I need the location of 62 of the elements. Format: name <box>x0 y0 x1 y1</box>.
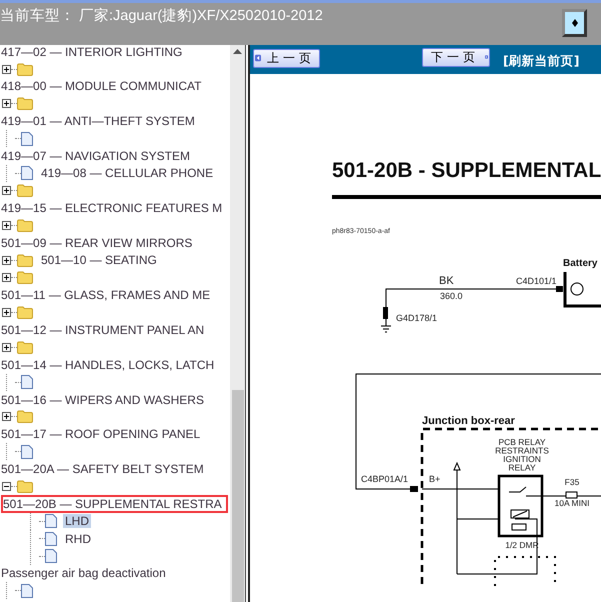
scrollbar[interactable] <box>230 45 245 602</box>
tree-item-label[interactable]: Passenger air bag deactivation <box>0 566 167 580</box>
relay-label: IGNITION <box>503 454 541 464</box>
expand-icon[interactable] <box>2 256 11 265</box>
ground-icon <box>380 307 392 332</box>
tree-item-label[interactable]: 419—08 — CELLULAR PHONE <box>39 166 216 180</box>
expand-icon[interactable] <box>2 64 11 74</box>
refresh-link[interactable]: [刷新当前页] <box>503 53 580 70</box>
fuse-icon <box>566 492 578 498</box>
tree-item-label[interactable]: 501—11 — GLASS, FRAMES AND ME <box>0 288 212 302</box>
tree-item-label[interactable]: 501—10 — SEATING <box>39 253 159 268</box>
connector-icon <box>410 486 418 492</box>
tree-item-label[interactable]: 419—01 — ANTI—THEFT SYSTEM <box>0 114 196 128</box>
previous-page-button[interactable]: 上一页 <box>253 48 320 68</box>
tree-item-label[interactable]: RHD <box>63 532 93 546</box>
scrollbar-thumb[interactable] <box>232 390 244 602</box>
expand-icon[interactable] <box>2 99 11 108</box>
tree-item-label[interactable]: LHD <box>63 514 92 528</box>
document-heading: 501-20B - SUPPLEMENTAL <box>332 159 601 183</box>
tree-item-label[interactable]: 418—00 — MODULE COMMUNICAT <box>0 79 202 94</box>
relay-label: RELAY <box>508 462 536 472</box>
tree-item-label[interactable]: 501—17 — ROOF OPENING PANEL <box>0 427 202 442</box>
tree-item-label[interactable]: 501—20A — SAFETY BELT SYSTEM <box>0 462 205 476</box>
next-page-button[interactable]: 下一页 <box>422 48 490 66</box>
wire-color-label: BK <box>439 275 454 287</box>
b-plus-label: B+ <box>429 474 440 484</box>
battery-box <box>564 272 601 308</box>
tree-item-label[interactable]: 501—16 — WIPERS AND WASHERS <box>0 392 205 406</box>
expand-icon[interactable] <box>2 273 11 282</box>
document-icon <box>21 166 33 180</box>
fuse-label: F35 <box>564 477 580 487</box>
vehicle-title: 当前车型： 厂家:Jaguar(捷豹)XF/X2502010-2012 <box>0 6 323 25</box>
ground-label: G4D178/1 <box>396 313 438 323</box>
junction-box-label: Junction box-rear <box>422 415 515 427</box>
connector-label: C4D101/1 <box>516 276 557 286</box>
dotted-outline <box>494 556 556 586</box>
tree-item-label[interactable]: 501—20B — SUPPLEMENTAL RESTRA <box>3 496 226 511</box>
expand-icon[interactable] <box>2 342 11 352</box>
document-icon <box>45 514 57 528</box>
tree-item-label[interactable]: 501—12 — INSTRUMENT PANEL AN <box>0 322 206 337</box>
folder-icon <box>17 254 33 267</box>
expand-icon[interactable] <box>2 412 11 422</box>
panel-toggle-button[interactable] <box>562 9 587 37</box>
battery-label: Battery <box>563 258 598 269</box>
tree-item-label[interactable]: 419—07 — NAVIGATION SYSTEM <box>0 149 191 164</box>
expand-icon[interactable] <box>2 186 11 196</box>
tree-item-label[interactable]: 501—14 — HANDLES, LOCKS, LATCH <box>0 358 216 372</box>
tree-item-label[interactable]: 501—09 — REAR VIEW MIRRORS <box>0 236 194 250</box>
wire-size-label: 360.0 <box>440 291 463 301</box>
fuse-rating-label: 10A MINI <box>554 498 590 508</box>
tree-item-label[interactable]: 417—02 — INTERIOR LIGHTING <box>0 45 184 59</box>
connector-label: C4BP01A/1 <box>360 474 408 484</box>
scroll-up-icon[interactable] <box>233 49 242 54</box>
relay-label: RESTRAINTS <box>495 446 549 456</box>
document-icon <box>45 532 57 546</box>
battery-terminal-icon <box>570 282 584 296</box>
expand-icon[interactable] <box>2 221 11 230</box>
relay-label: PCB RELAY <box>498 437 546 447</box>
connector-icon <box>556 286 563 292</box>
collapse-icon[interactable] <box>2 482 11 491</box>
tree-item-label[interactable]: 419—15 — ELECTRONIC FEATURES M <box>0 201 224 216</box>
expand-icon[interactable] <box>2 308 11 318</box>
